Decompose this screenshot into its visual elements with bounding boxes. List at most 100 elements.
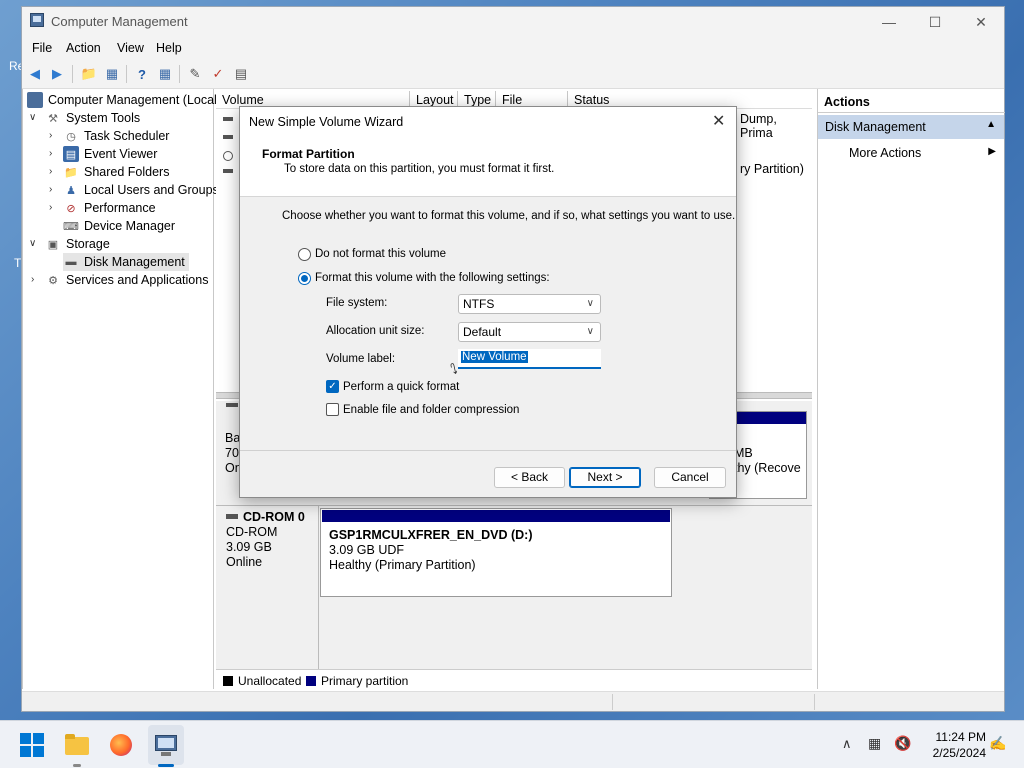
notifications-icon[interactable]: ✍ [989,735,1006,752]
next-button[interactable]: Next > [569,467,641,488]
clock-time[interactable]: 11:24 PM [924,730,986,744]
do-not-format-radio[interactable] [298,248,311,261]
connect-icon[interactable]: ✎ [186,65,204,83]
minimize-button[interactable]: — [866,7,912,37]
volume-muted-icon[interactable]: 🔇 [894,735,911,752]
services-icon: ⚙ [48,274,58,287]
chevron-right-icon[interactable]: › [49,148,52,159]
tree-task-scheduler[interactable]: ◷ Task Scheduler [63,127,169,145]
back-arrow-icon[interactable]: ◀ [26,65,44,83]
title-bar[interactable]: Computer Management — ☐ ✕ [22,7,1004,37]
forward-arrow-icon[interactable]: ▶ [48,65,66,83]
partition-status: Healthy (Primary Partition) [329,558,476,572]
drive-icon [223,117,233,121]
actions-header: Actions [818,89,1005,113]
file-system-label: File system: [326,297,388,309]
cancel-button[interactable]: Cancel [654,467,726,488]
computer-management-taskbar-icon[interactable] [152,731,180,759]
show-action-pane-icon[interactable]: ▦ [156,65,174,83]
computer-management-icon [30,13,44,27]
file-explorer-icon[interactable] [63,731,91,759]
chevron-right-icon: ▶ [988,146,996,157]
firefox-icon[interactable] [107,731,135,759]
device-manager-icon: ⌨ [63,220,79,233]
tree-device-manager[interactable]: ⌨ Device Manager [63,217,175,235]
drive-icon [223,169,233,173]
tree-local-users[interactable]: ♟ Local Users and Groups [63,181,219,199]
allocation-unit-select[interactable]: Default ∨ [458,322,601,342]
menu-action[interactable]: Action [66,41,101,55]
compression-label[interactable]: Enable file and folder compression [343,404,519,416]
status-cell: ry Partition) [740,162,804,176]
actions-section-disk-management[interactable]: Disk Management ▲ [818,115,1004,139]
chevron-right-icon[interactable]: › [49,184,52,195]
legend-primary: Primary partition [306,674,408,688]
checklist-icon[interactable]: ✓ [209,65,227,83]
menu-help[interactable]: Help [156,41,182,55]
tree-shared-folders[interactable]: 📁 Shared Folders [63,163,169,181]
chevron-right-icon[interactable]: › [31,274,34,285]
tree-performance[interactable]: ⊘ Performance [63,199,155,217]
cdrom-size: 3.09 GB [226,540,272,554]
volume-label-value: New Volume [461,351,528,363]
help-icon[interactable]: ? [133,65,151,83]
clock-icon: ◷ [66,130,76,143]
format-volume-label[interactable]: Format this volume with the following se… [315,272,550,284]
volume-label-input[interactable]: New Volume [458,349,601,369]
start-windows-icon[interactable] [18,731,46,759]
quick-format-checkbox[interactable]: ✓ [326,380,339,393]
wizard-subheading: To store data on this partition, you mus… [284,163,555,175]
performance-icon: ⊘ [66,202,76,215]
clock-date[interactable]: 2/25/2024 [920,746,986,760]
event-viewer-icon: ▤ [63,146,79,162]
dialog-close-icon[interactable]: ✕ [712,111,725,131]
wizard-header: New Simple Volume Wizard ✕ Format Partit… [240,107,736,197]
chevron-right-icon[interactable]: › [49,202,52,213]
menu-view[interactable]: View [117,41,144,55]
quick-format-label[interactable]: Perform a quick format [343,381,459,393]
status-cell: Dump, Prima [740,112,777,140]
network-icon[interactable]: ▦ [868,735,881,752]
disk-icon [226,403,238,407]
tools-icon: ⚒ [48,112,58,125]
back-button[interactable]: < Back [494,467,565,488]
more-actions-item[interactable]: More Actions ▶ [818,141,1004,163]
chevron-right-icon[interactable]: › [49,166,52,177]
show-hide-tree-icon[interactable]: ▦ [103,65,121,83]
drive-icon [223,135,233,139]
tree-disk-management[interactable]: ▬ Disk Management [63,253,189,271]
do-not-format-label[interactable]: Do not format this volume [315,248,446,260]
tree-services[interactable]: ⚙ Services and Applications [45,271,208,289]
menu-file[interactable]: File [32,41,52,55]
wizard-instruction: Choose whether you want to format this v… [282,210,736,222]
menu-bar: File Action View Help [22,37,1004,59]
users-icon: ♟ [66,184,76,197]
partition-title: GSP1RMCULXFRER_EN_DVD (D:) [329,528,533,542]
dialog-title: New Simple Volume Wizard [249,115,404,129]
tree-event-viewer[interactable]: ▤ Event Viewer [63,145,157,163]
mouse-cursor-icon: ⭛ [450,361,458,377]
cdrom-icon [223,151,233,161]
tree-system-tools[interactable]: ⚒ System Tools [45,109,140,127]
window-title: Computer Management [51,14,188,29]
tree-root[interactable]: Computer Management (Local [27,91,217,109]
toolbar: ◀ ▶ 📁 ▦ ? ▦ ✎ ✓ ▤ [22,59,1004,89]
collapse-up-icon: ▲ [986,119,996,130]
properties-icon[interactable]: ▤ [232,65,250,83]
tree-storage[interactable]: ▣ Storage [45,235,110,253]
disk-icon: ▬ [65,256,77,268]
close-button[interactable]: ✕ [958,7,1004,37]
format-volume-radio[interactable] [298,272,311,285]
cdrom-partition[interactable]: GSP1RMCULXFRER_EN_DVD (D:) 3.09 GB UDF H… [320,508,672,597]
status-bar [22,691,1004,711]
up-folder-icon[interactable]: 📁 [80,65,98,83]
chevron-down-icon[interactable]: ∨ [29,238,36,249]
chevron-up-icon[interactable]: ∧ [842,736,852,752]
taskbar: ∧ ▦ 🔇 11:24 PM 2/25/2024 ✍ [0,720,1024,768]
file-system-select[interactable]: NTFS ∨ [458,294,601,314]
cdrom-status: Online [226,555,263,569]
compression-checkbox[interactable] [326,403,339,416]
chevron-right-icon[interactable]: › [49,130,52,141]
maximize-button[interactable]: ☐ [912,7,958,37]
chevron-down-icon[interactable]: ∨ [29,112,36,123]
